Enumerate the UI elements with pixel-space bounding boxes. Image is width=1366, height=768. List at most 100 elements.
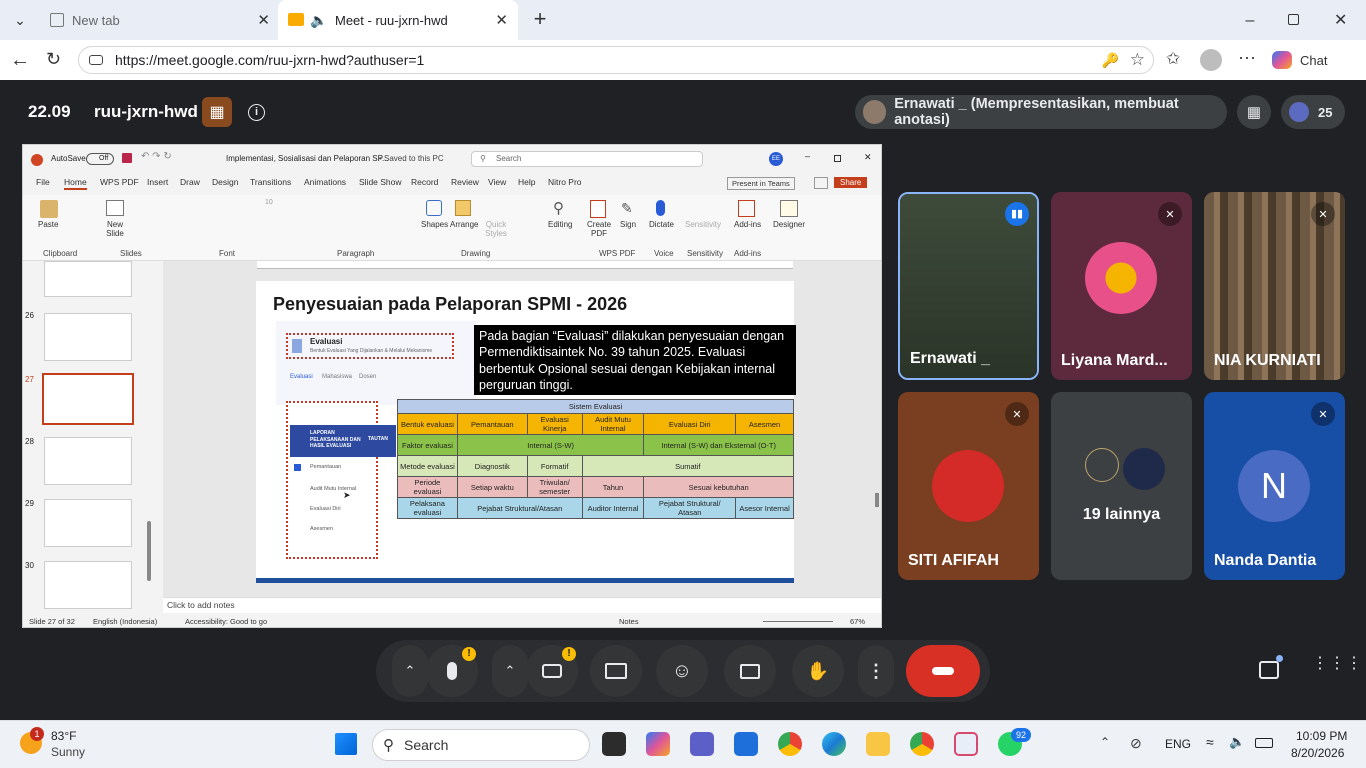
reactions-button[interactable]: ☺ <box>656 645 708 697</box>
site-info-icon[interactable] <box>89 55 103 65</box>
teams-icon[interactable] <box>690 732 714 756</box>
menu-animations[interactable]: Animations <box>304 177 346 187</box>
address-bar[interactable]: https://meet.google.com/ruu-jxrn-hwd?aut… <box>78 46 1154 74</box>
key-icon[interactable]: 🔑 <box>1102 52 1119 69</box>
apps-grid-icon[interactable]: ⋮⋮⋮ <box>1312 656 1363 672</box>
tab-meet[interactable]: 🔈 Meet - ruu-jxrn-hwd ✕ <box>278 0 518 40</box>
zoom-level[interactable]: 67% <box>850 617 865 626</box>
leave-call-button[interactable] <box>906 645 980 697</box>
undo-icon[interactable]: ↶ ↷ ↻ <box>141 151 172 162</box>
copilot-chat-button[interactable]: Chat <box>1272 48 1327 72</box>
restore-icon[interactable] <box>1288 14 1299 25</box>
taskbar-search[interactable]: ⚲ Search <box>372 729 590 761</box>
chrome-icon[interactable] <box>910 732 934 756</box>
menu-draw[interactable]: Draw <box>180 177 200 187</box>
slide-thumbnail[interactable] <box>44 437 132 485</box>
add-ins-button[interactable]: Add-ins <box>734 220 761 229</box>
captions-button[interactable] <box>724 645 776 697</box>
font-size-field[interactable]: 10 <box>265 199 273 206</box>
ppt-maximize-icon[interactable] <box>834 155 841 162</box>
slide-thumbnail[interactable] <box>44 561 132 609</box>
sensitivity-button[interactable]: Sensitivity <box>685 220 721 229</box>
slide-thumbnail[interactable] <box>44 313 132 361</box>
video-options-button[interactable]: ⌃ <box>492 645 528 697</box>
favorites-icon[interactable]: ✩ <box>1166 49 1180 69</box>
participant-tile-self[interactable]: ▮▮ Ernawati _ <box>898 192 1039 380</box>
paste-button[interactable]: Paste <box>38 220 58 229</box>
quick-styles-button[interactable]: Quick Styles <box>483 220 509 238</box>
autosave-toggle[interactable]: Off <box>86 153 114 165</box>
shapes-button[interactable]: Shapes <box>421 220 448 229</box>
slide-thumbnail-selected[interactable] <box>42 373 134 425</box>
tab-new-tab[interactable]: New tab ✕ <box>40 0 276 40</box>
menu-view[interactable]: View <box>488 177 506 187</box>
meeting-host-badge[interactable]: ▦ <box>202 97 232 127</box>
more-options-button[interactable]: ⋮ <box>858 645 894 697</box>
menu-home[interactable]: Home <box>64 177 87 190</box>
window-close-icon[interactable]: ✕ <box>1334 10 1347 30</box>
present-screen-button[interactable] <box>590 645 642 697</box>
snipping-tool-icon[interactable] <box>954 732 978 756</box>
back-icon[interactable]: ← <box>10 49 30 72</box>
editing-button[interactable]: Editing <box>548 220 572 229</box>
participant-tile[interactable]: ✕ Liyana Mard... <box>1051 192 1192 380</box>
start-icon[interactable] <box>335 733 357 755</box>
others-tile[interactable]: 19 lainnya <box>1051 392 1192 580</box>
present-in-teams-button[interactable]: Present in Teams <box>727 177 795 190</box>
menu-insert[interactable]: Insert <box>147 177 168 187</box>
wifi-icon[interactable]: ≈ <box>1206 734 1214 750</box>
tab-list-chevron-icon[interactable]: ⌄ <box>8 8 32 32</box>
comments-icon[interactable] <box>814 177 828 189</box>
menu-design[interactable]: Design <box>212 177 238 187</box>
stop-presenting-icon[interactable]: ▦ <box>1237 95 1271 129</box>
chrome-icon[interactable] <box>778 732 802 756</box>
clock-date[interactable]: 8/20/2026 <box>1291 746 1344 760</box>
info-icon[interactable]: i <box>248 104 265 121</box>
language-status[interactable]: English (Indonesia) <box>93 617 157 626</box>
copilot-icon[interactable] <box>646 732 670 756</box>
create-pdf-button[interactable]: Create PDF <box>587 220 611 238</box>
new-slide-button[interactable]: New Slide <box>103 220 127 238</box>
notes-area[interactable]: Click to add notes <box>163 597 881 613</box>
menu-transitions[interactable]: Transitions <box>250 177 291 187</box>
ppt-close-icon[interactable]: ✕ <box>864 152 872 163</box>
speaker-icon[interactable]: 🔈 <box>310 12 327 29</box>
clock-time[interactable]: 10:09 PM <box>1296 729 1347 743</box>
save-icon[interactable] <box>122 153 132 163</box>
slide[interactable]: Penyesuaian pada Pelaporan SPMI - 2026 E… <box>256 281 796 583</box>
store-icon[interactable] <box>734 732 758 756</box>
menu-record[interactable]: Record <box>411 177 438 187</box>
participants-button[interactable]: 25 <box>1281 95 1345 129</box>
tray-chevron-icon[interactable]: ⌃ <box>1100 735 1110 749</box>
volume-icon[interactable]: 🔈 <box>1229 734 1245 750</box>
menu-slide-show[interactable]: Slide Show <box>359 177 402 187</box>
menu-nitro-pro[interactable]: Nitro Pro <box>548 177 582 187</box>
participant-tile[interactable]: ✕ SITI AFIFAH <box>898 392 1039 580</box>
accessibility-status[interactable]: Accessibility: Good to go <box>185 617 267 626</box>
notes-button[interactable]: Notes <box>619 617 639 626</box>
raise-hand-button[interactable]: ✋ <box>792 645 844 697</box>
slide-scrollbar[interactable] <box>875 493 879 507</box>
minimize-icon[interactable]: – <box>1240 12 1260 29</box>
menu-wps-pdf[interactable]: WPS PDF <box>100 177 139 187</box>
audio-options-button[interactable]: ⌃ <box>392 645 428 697</box>
battery-icon[interactable] <box>1255 738 1273 748</box>
language-indicator[interactable]: ENG <box>1165 737 1191 751</box>
user-avatar[interactable]: EE <box>769 152 783 166</box>
menu-file[interactable]: File <box>36 177 50 187</box>
new-tab-button[interactable]: + <box>528 8 552 32</box>
edge-icon[interactable] <box>822 732 846 756</box>
star-icon[interactable]: ☆ <box>1130 50 1145 70</box>
more-menu-icon[interactable]: ⋯ <box>1238 48 1256 69</box>
profile-avatar[interactable] <box>1200 49 1222 71</box>
zoom-slider[interactable] <box>763 621 833 622</box>
reload-icon[interactable]: ↻ <box>46 49 61 70</box>
dictate-button[interactable]: Dictate <box>649 220 674 229</box>
slide-thumbnail[interactable] <box>44 261 132 297</box>
close-icon[interactable]: ✕ <box>257 11 270 29</box>
task-view-icon[interactable] <box>602 732 626 756</box>
designer-button[interactable]: Designer <box>773 220 805 229</box>
participant-tile[interactable]: ✕ NIA KURNIATI <box>1204 192 1345 380</box>
ppt-minimize-icon[interactable]: – <box>805 151 810 161</box>
close-icon[interactable]: ✕ <box>495 11 508 29</box>
